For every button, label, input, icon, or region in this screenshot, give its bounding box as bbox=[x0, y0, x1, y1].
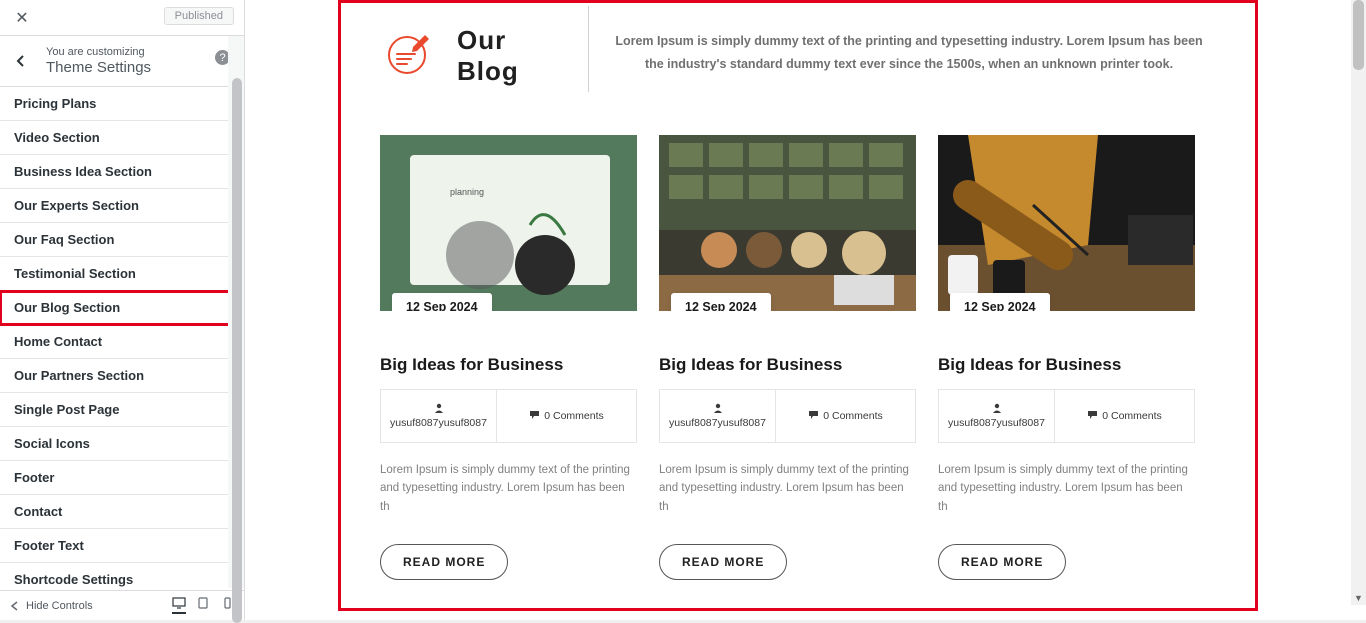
sidebar-item-label: Our Faq Section bbox=[14, 232, 114, 247]
svg-text:planning: planning bbox=[450, 187, 484, 197]
sidebar-item-testimonial-section[interactable]: Testimonial Section› bbox=[0, 257, 244, 291]
post-title[interactable]: Big Ideas for Business bbox=[938, 355, 1195, 375]
post-thumbnail[interactable]: planning 12 Sep 2024 bbox=[380, 135, 637, 311]
post-meta-box: yusuf8087yusuf8087 0 Comments bbox=[659, 389, 916, 443]
you-are-customizing-label: You are customizing bbox=[46, 46, 242, 58]
section-title-line1: Our bbox=[457, 25, 519, 56]
section-name: Theme Settings bbox=[46, 59, 242, 76]
post-meta-box: yusuf8087yusuf8087 0 Comments bbox=[380, 389, 637, 443]
comment-icon bbox=[808, 410, 819, 423]
post-date-badge: 12 Sep 2024 bbox=[950, 293, 1050, 311]
scrollbar-down-arrow[interactable]: ▼ bbox=[1351, 590, 1366, 605]
sidebar-item-label: Our Experts Section bbox=[14, 198, 139, 213]
sidebar-item-label: Social Icons bbox=[14, 436, 90, 451]
read-more-button[interactable]: READ MORE bbox=[659, 544, 787, 580]
post-thumbnail[interactable]: 12 Sep 2024 bbox=[938, 135, 1195, 311]
post-title[interactable]: Big Ideas for Business bbox=[659, 355, 916, 375]
sidebar-item-label: Footer bbox=[14, 470, 54, 485]
sidebar-item-shortcode-settings[interactable]: Shortcode Settings› bbox=[0, 563, 244, 590]
sidebar-item-home-contact[interactable]: Home Contact› bbox=[0, 325, 244, 359]
sidebar-item-our-experts-section[interactable]: Our Experts Section› bbox=[0, 189, 244, 223]
sidebar-item-social-icons[interactable]: Social Icons› bbox=[0, 427, 244, 461]
blog-post-card: 12 Sep 2024 Big Ideas for Business yusuf… bbox=[659, 135, 916, 580]
section-description: Lorem Ipsum is simply dummy text of the … bbox=[605, 30, 1213, 75]
sidebar-item-footer-text[interactable]: Footer Text› bbox=[0, 529, 244, 563]
comment-icon bbox=[529, 410, 540, 423]
posts-row: planning 12 Sep 2024 Big Ideas for Busin… bbox=[380, 135, 1220, 580]
post-meta-box: yusuf8087yusuf8087 0 Comments bbox=[938, 389, 1195, 443]
sidebar-title-row: You are customizing Theme Settings ? bbox=[0, 36, 244, 87]
blog-post-card: 12 Sep 2024 Big Ideas for Business yusuf… bbox=[938, 135, 1195, 580]
sidebar-item-our-partners-section[interactable]: Our Partners Section› bbox=[0, 359, 244, 393]
sidebar-item-video-section[interactable]: Video Section› bbox=[0, 121, 244, 155]
post-excerpt: Lorem Ipsum is simply dummy text of the … bbox=[380, 461, 637, 516]
sidebar-item-label: Contact bbox=[14, 504, 62, 519]
sidebar-section-list: Pricing Plans›Video Section›Business Ide… bbox=[0, 87, 244, 590]
sidebar-item-our-blog-section[interactable]: Our Blog Section› bbox=[0, 291, 244, 325]
header-divider bbox=[588, 6, 589, 92]
sidebar-item-label: Testimonial Section bbox=[14, 266, 136, 281]
published-status[interactable]: Published bbox=[164, 7, 234, 25]
post-excerpt: Lorem Ipsum is simply dummy text of the … bbox=[938, 461, 1195, 516]
close-icon[interactable]: ✕ bbox=[6, 2, 38, 34]
sidebar-item-our-faq-section[interactable]: Our Faq Section› bbox=[0, 223, 244, 257]
post-thumbnail[interactable]: 12 Sep 2024 bbox=[659, 135, 916, 311]
hide-controls-button[interactable]: Hide Controls bbox=[10, 600, 93, 612]
sidebar-item-label: Home Contact bbox=[14, 334, 102, 349]
preview-scrollbar[interactable]: ▼ bbox=[1351, 0, 1366, 605]
device-preview-switcher bbox=[172, 597, 234, 614]
sidebar-item-label: Our Partners Section bbox=[14, 368, 144, 383]
back-button[interactable] bbox=[0, 42, 42, 80]
user-icon bbox=[713, 403, 723, 416]
sidebar-item-label: Footer Text bbox=[14, 538, 84, 553]
customizer-sidebar: ✕ Published You are customizing Theme Se… bbox=[0, 0, 245, 620]
post-comments[interactable]: 0 Comments bbox=[1055, 390, 1194, 442]
blog-header: Our Blog bbox=[385, 25, 519, 87]
sidebar-item-pricing-plans[interactable]: Pricing Plans› bbox=[0, 87, 244, 121]
post-comments[interactable]: 0 Comments bbox=[497, 390, 636, 442]
collapse-icon bbox=[10, 601, 20, 611]
user-icon bbox=[434, 403, 444, 416]
section-title-line2: Blog bbox=[457, 56, 519, 87]
sidebar-item-business-idea-section[interactable]: Business Idea Section› bbox=[0, 155, 244, 189]
comment-icon bbox=[1087, 410, 1098, 423]
desktop-icon[interactable] bbox=[172, 597, 186, 614]
read-more-button[interactable]: READ MORE bbox=[938, 544, 1066, 580]
sidebar-item-contact[interactable]: Contact› bbox=[0, 495, 244, 529]
preview-pane: Our Blog Lorem Ipsum is simply dummy tex… bbox=[245, 0, 1366, 620]
post-date-badge: 12 Sep 2024 bbox=[392, 293, 492, 311]
sidebar-item-label: Video Section bbox=[14, 130, 100, 145]
sidebar-item-single-post-page[interactable]: Single Post Page› bbox=[0, 393, 244, 427]
sidebar-item-label: Pricing Plans bbox=[14, 96, 96, 111]
sidebar-item-label: Business Idea Section bbox=[14, 164, 152, 179]
chevron-left-icon bbox=[15, 55, 27, 67]
sidebar-item-label: Our Blog Section bbox=[14, 300, 120, 315]
post-excerpt: Lorem Ipsum is simply dummy text of the … bbox=[659, 461, 916, 516]
blog-post-card: planning 12 Sep 2024 Big Ideas for Busin… bbox=[380, 135, 637, 580]
sidebar-item-label: Single Post Page bbox=[14, 402, 119, 417]
post-comments[interactable]: 0 Comments bbox=[776, 390, 915, 442]
sidebar-item-label: Shortcode Settings bbox=[14, 572, 133, 587]
tablet-icon[interactable] bbox=[196, 597, 210, 614]
sidebar-item-footer[interactable]: Footer› bbox=[0, 461, 244, 495]
user-icon bbox=[992, 403, 1002, 416]
sidebar-header: ✕ Published bbox=[0, 0, 244, 36]
post-author[interactable]: yusuf8087yusuf8087 bbox=[660, 390, 776, 442]
post-date-badge: 12 Sep 2024 bbox=[671, 293, 771, 311]
post-author[interactable]: yusuf8087yusuf8087 bbox=[939, 390, 1055, 442]
post-title[interactable]: Big Ideas for Business bbox=[380, 355, 637, 375]
sidebar-scrollbar[interactable] bbox=[228, 36, 244, 588]
blog-section-icon bbox=[385, 27, 435, 77]
sidebar-footer: Hide Controls bbox=[0, 590, 244, 620]
read-more-button[interactable]: READ MORE bbox=[380, 544, 508, 580]
post-author[interactable]: yusuf8087yusuf8087 bbox=[381, 390, 497, 442]
